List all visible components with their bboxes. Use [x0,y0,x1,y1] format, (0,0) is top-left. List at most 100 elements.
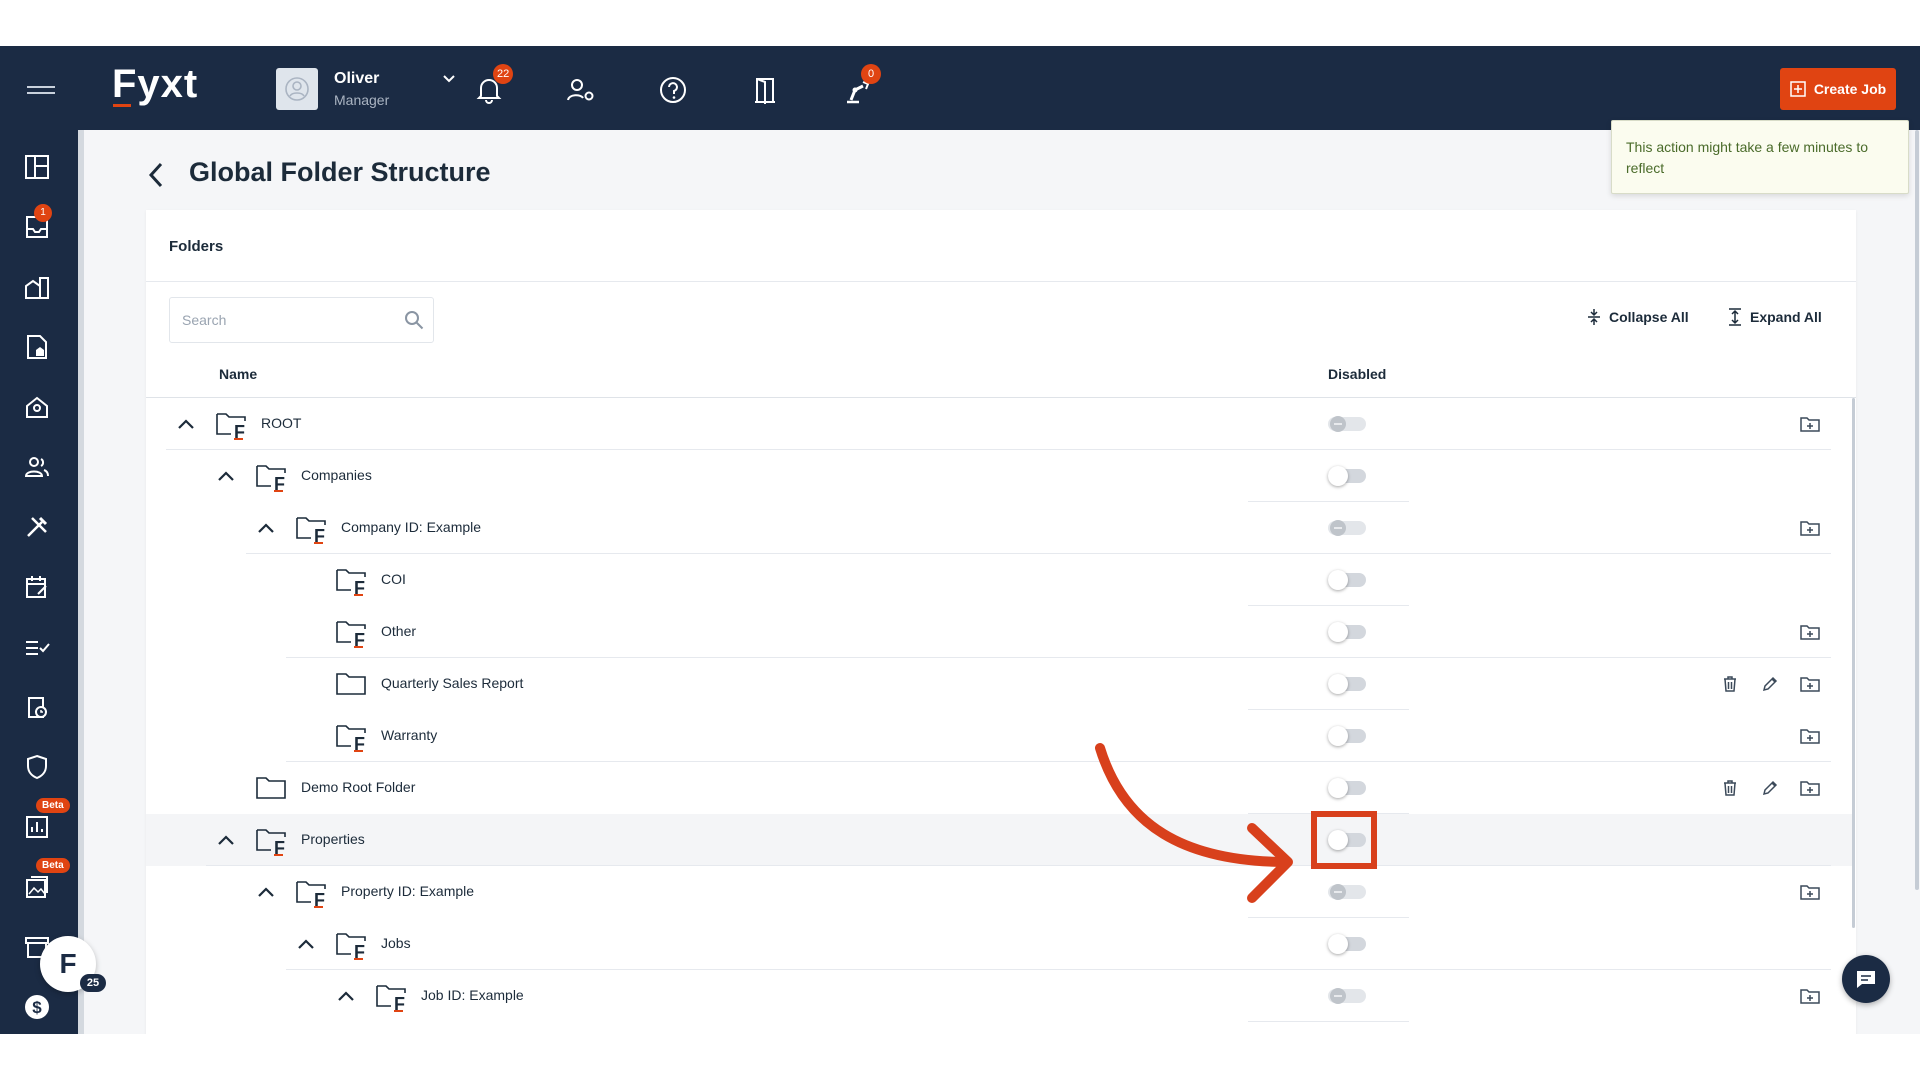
expand-all-label: Expand All [1750,309,1822,325]
table-row[interactable]: F Company ID: Example [146,502,1852,554]
chevron-up-icon[interactable] [216,466,236,486]
page-title: Global Folder Structure [189,157,491,187]
logo-underline [113,104,131,107]
add-folder-icon[interactable] [1798,880,1822,904]
sidebar-item-inbox[interactable]: 1 [22,204,52,242]
disabled-toggle[interactable] [1328,673,1366,695]
robot-arm-button[interactable]: 0 [841,64,881,106]
column-header-name[interactable]: Name [219,366,257,382]
user-menu[interactable]: Oliver Manager [276,68,455,110]
table-row[interactable]: F Companies [146,450,1852,502]
svg-text:F: F [354,630,365,648]
svg-text:F: F [274,474,285,492]
folder-name: Company ID: Example [341,519,482,535]
notifications-button[interactable]: 22 [473,64,514,106]
pencil-icon[interactable] [1758,776,1782,800]
disabled-toggle[interactable] [1328,621,1366,643]
beta-badge: Beta [36,858,70,873]
disabled-toggle[interactable] [1328,465,1366,487]
pencil-icon[interactable] [1758,672,1782,696]
sidebar-item-calendar[interactable] [22,572,52,602]
add-folder-icon[interactable] [1798,412,1822,436]
table-scrollbar[interactable] [1852,398,1855,928]
add-folder-icon[interactable] [1798,672,1822,696]
sidebar-item-checklist[interactable] [22,632,52,662]
folder-name: Warranty [381,727,438,743]
disabled-toggle[interactable] [1328,777,1366,799]
add-folder-icon[interactable] [1798,724,1822,748]
sidebar-item-gallery[interactable]: Beta [22,858,70,902]
chevron-up-icon[interactable] [296,934,316,954]
chevron-up-icon[interactable] [256,518,276,538]
chevron-up-icon[interactable] [336,986,356,1006]
menu-icon[interactable] [27,86,55,98]
folders-card: Folders Collapse All Expand All Name Dis… [146,210,1856,1034]
sidebar-item-reports[interactable]: Beta [22,798,70,842]
sidebar-item-tools[interactable] [22,512,52,542]
sidebar-scrollbar[interactable] [78,130,84,1034]
sidebar-item-schedules[interactable] [22,692,52,722]
properties-icon [25,277,49,299]
table-row[interactable]: F Jobs [146,918,1852,970]
fyxt-folder-icon: F [376,985,406,1012]
add-folder-icon[interactable] [1798,984,1822,1008]
svg-text:F: F [354,734,365,752]
folder-name: Jobs [381,935,411,951]
table-row[interactable]: F COI [146,554,1852,606]
sidebar-item-billing[interactable]: $ [22,992,52,1022]
fyxt-folder-icon: F [256,829,286,856]
chat-button[interactable] [1842,955,1890,1003]
fyxt-folder-icon: F [336,933,366,960]
svg-text:F: F [314,526,325,544]
trash-icon[interactable] [1718,672,1742,696]
sidebar-item-tenants[interactable] [22,392,52,422]
fyxt-folder-icon: F [336,725,366,752]
chevron-up-icon[interactable] [256,882,276,902]
search-input[interactable] [169,297,434,343]
back-arrow-icon[interactable] [144,160,168,190]
table-row[interactable]: F Job ID: Example [146,970,1852,1022]
table-row[interactable]: F Other [146,606,1852,658]
add-folder-icon[interactable] [1798,620,1822,644]
disabled-toggle[interactable] [1328,725,1366,747]
chevron-up-icon[interactable] [216,830,236,850]
trash-icon[interactable] [1718,776,1742,800]
svg-text:F: F [234,422,245,440]
notifications-badge: 22 [493,64,514,84]
gallery-icon [26,876,48,898]
sidebar-item-documents[interactable] [22,332,52,362]
table-row[interactable]: F Properties [146,814,1852,866]
documents-icon [27,335,47,359]
table-row[interactable]: F Property ID: Example [146,866,1852,918]
sidebar-item-properties[interactable] [22,272,52,302]
disabled-toggle[interactable] [1328,933,1366,955]
user-role: Manager [334,92,390,108]
info-tooltip: This action might take a few minutes to … [1611,120,1909,194]
table-row[interactable]: F ROOT [146,398,1852,450]
add-folder-icon[interactable] [1798,776,1822,800]
table-row[interactable]: F Warranty [146,710,1852,762]
expand-all-button[interactable]: Expand All [1728,308,1822,326]
sidebar-item-dashboard[interactable] [22,152,52,182]
dollar-icon: $ [25,995,49,1019]
chevron-up-icon[interactable] [176,414,196,434]
help-button[interactable] [657,74,689,106]
svg-text:F: F [394,994,405,1012]
user-settings-button[interactable] [565,74,597,106]
exit-button[interactable] [749,74,781,106]
disabled-toggle[interactable] [1328,569,1366,591]
folder-name: ROOT [261,415,302,431]
sidebar-item-contacts[interactable] [22,452,52,482]
search-icon[interactable] [404,310,424,330]
create-job-button[interactable]: Create Job [1780,68,1896,110]
collapse-all-label: Collapse All [1609,309,1689,325]
disabled-toggle[interactable] [1328,829,1366,851]
add-folder-icon[interactable] [1798,516,1822,540]
sidebar-item-security[interactable] [22,752,52,782]
table-row[interactable]: Demo Root Folder [146,762,1852,814]
column-header-disabled[interactable]: Disabled [1328,366,1386,382]
page-scrollbar[interactable] [1915,130,1919,890]
logo: Fyxt [112,62,199,106]
table-row[interactable]: Quarterly Sales Report [146,658,1852,710]
collapse-all-button[interactable]: Collapse All [1587,308,1689,326]
